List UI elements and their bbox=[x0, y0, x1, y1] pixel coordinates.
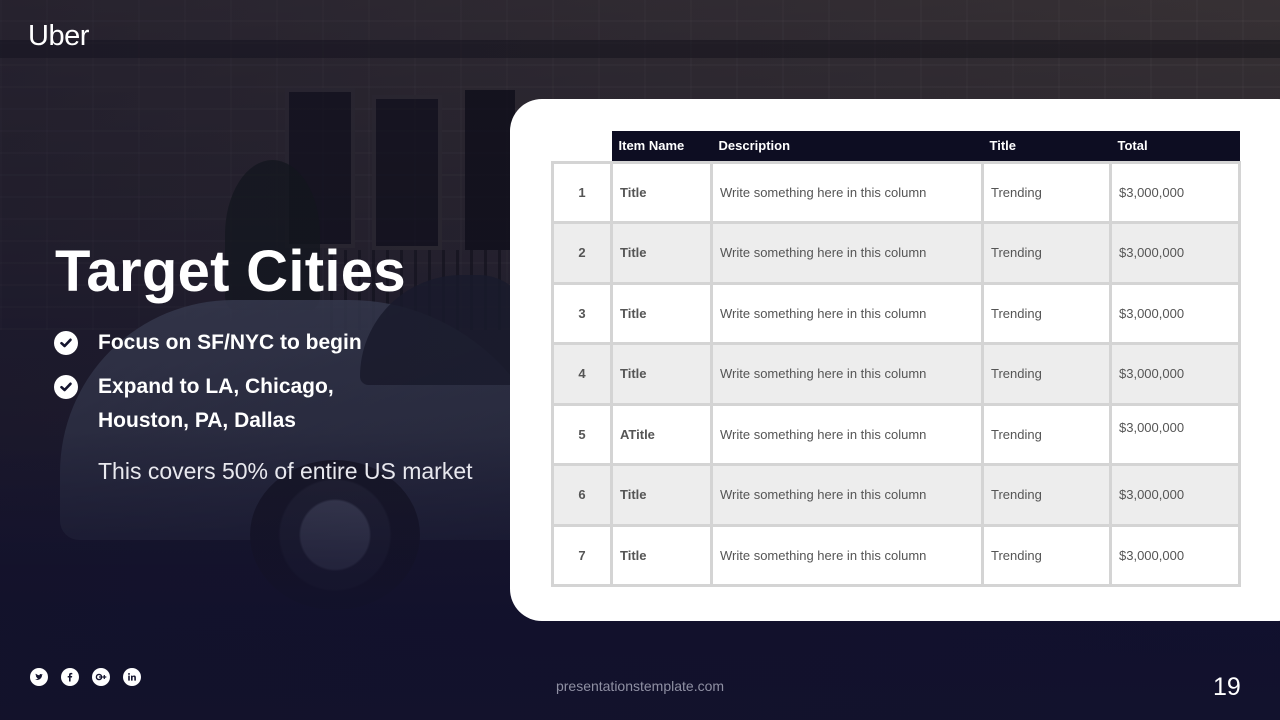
bullet-text-line: Expand to LA, Chicago, bbox=[98, 375, 334, 398]
cell-item-name: Title bbox=[610, 160, 713, 224]
bullet-list: Focus on SF/NYC to begin Expand to LA, C… bbox=[54, 330, 494, 452]
bullet-item: Expand to LA, Chicago, Houston, PA, Dall… bbox=[54, 374, 494, 438]
cell-item-name: Title bbox=[610, 463, 713, 527]
header-title: Title bbox=[982, 131, 1111, 162]
cell-description: Write something here in this column bbox=[710, 402, 984, 466]
cell-item-name: Title bbox=[610, 342, 713, 406]
cell-total: $3,000,000 bbox=[1109, 281, 1241, 345]
cell-item-name: Title bbox=[610, 281, 713, 345]
check-circle-icon bbox=[54, 331, 78, 355]
cell-title: Trending bbox=[981, 221, 1112, 285]
table-row: 4 Title Write something here in this col… bbox=[551, 342, 1241, 406]
bullet-text-line: Houston, PA, Dallas bbox=[98, 409, 296, 432]
row-number: 1 bbox=[551, 160, 613, 224]
cell-total: $3,000,000 bbox=[1109, 463, 1241, 527]
market-note: This covers 50% of entire US market bbox=[98, 458, 473, 484]
table-row: 7 Title Write something here in this col… bbox=[551, 523, 1241, 587]
cell-total: $3,000,000 bbox=[1109, 402, 1241, 466]
cell-item-name: ATitle bbox=[610, 402, 713, 466]
cell-description: Write something here in this column bbox=[710, 221, 984, 285]
header-total: Total bbox=[1110, 131, 1240, 162]
table-row: 1 Title Write something here in this col… bbox=[551, 160, 1241, 224]
row-number: 4 bbox=[551, 342, 613, 406]
cell-title: Trending bbox=[981, 281, 1112, 345]
table-header-row: Item Name Description Title Total bbox=[552, 131, 1240, 163]
cell-description: Write something here in this column bbox=[710, 523, 984, 587]
cell-title: Trending bbox=[981, 342, 1112, 406]
page-number: 19 bbox=[1213, 673, 1241, 701]
table-row: 3 Title Write something here in this col… bbox=[551, 281, 1241, 345]
row-number: 7 bbox=[551, 523, 613, 587]
row-number: 6 bbox=[551, 463, 613, 527]
slide-title: Target Cities bbox=[55, 239, 406, 304]
header-corner bbox=[552, 131, 612, 163]
cell-description: Write something here in this column bbox=[710, 342, 984, 406]
check-circle-icon bbox=[54, 375, 78, 399]
header-item-name: Item Name bbox=[611, 131, 712, 162]
table-row: 6 Title Write something here in this col… bbox=[551, 463, 1241, 527]
table-row: 2 Title Write something here in this col… bbox=[551, 221, 1241, 285]
uber-logo: Uber bbox=[28, 20, 89, 52]
cell-item-name: Title bbox=[610, 523, 713, 587]
cell-title: Trending bbox=[981, 523, 1112, 587]
cell-description: Write something here in this column bbox=[710, 281, 984, 345]
row-number: 5 bbox=[551, 402, 613, 466]
cell-item-name: Title bbox=[610, 221, 713, 285]
bullet-text: Expand to LA, Chicago, Houston, PA, Dall… bbox=[98, 370, 334, 438]
data-table: Item Name Description Title Total 1 Titl… bbox=[551, 131, 1241, 587]
cell-title: Trending bbox=[981, 463, 1112, 527]
cell-title: Trending bbox=[981, 402, 1112, 466]
footer-url[interactable]: presentationstemplate.com bbox=[0, 678, 1280, 694]
header-description: Description bbox=[711, 131, 983, 162]
bullet-text: Focus on SF/NYC to begin bbox=[98, 331, 362, 354]
cell-total: $3,000,000 bbox=[1109, 342, 1241, 406]
row-number: 2 bbox=[551, 221, 613, 285]
cell-total: $3,000,000 bbox=[1109, 221, 1241, 285]
table-row: 5 ATitle Write something here in this co… bbox=[551, 402, 1241, 466]
cell-description: Write something here in this column bbox=[710, 463, 984, 527]
cell-description: Write something here in this column bbox=[710, 160, 984, 224]
cell-total: $3,000,000 bbox=[1109, 523, 1241, 587]
row-number: 3 bbox=[551, 281, 613, 345]
cell-title: Trending bbox=[981, 160, 1112, 224]
cell-total: $3,000,000 bbox=[1109, 160, 1241, 224]
bullet-item: Focus on SF/NYC to begin bbox=[54, 330, 494, 360]
